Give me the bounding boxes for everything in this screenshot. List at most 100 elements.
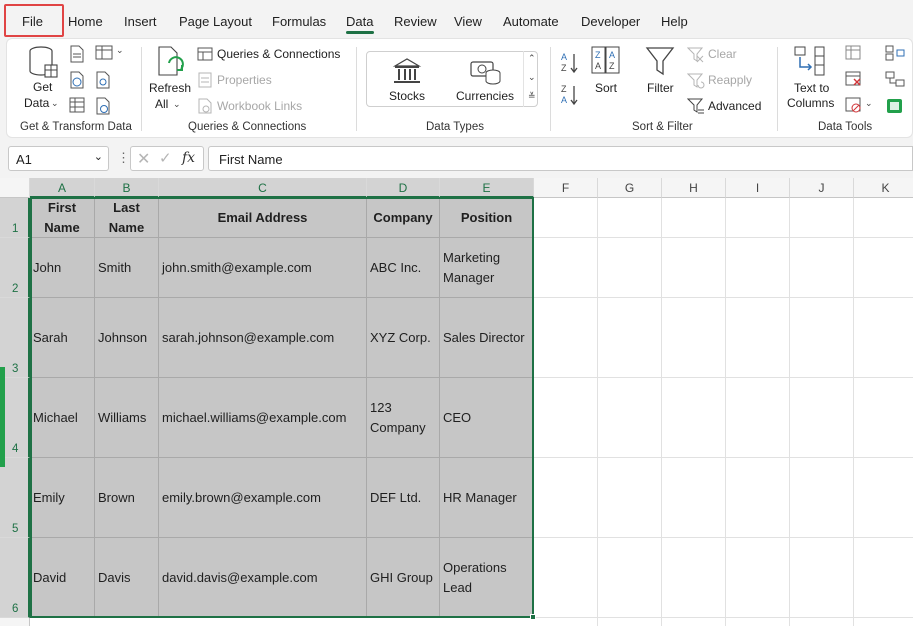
sort-z-to-a-icon[interactable]: Z A <box>560 83 580 107</box>
svg-text:A: A <box>561 95 567 105</box>
flash-fill-icon[interactable] <box>845 45 863 61</box>
cell-d6[interactable]: GHI Group <box>367 538 440 618</box>
gallery-more-icon[interactable]: ≚ <box>528 91 536 102</box>
cell-e5[interactable]: HR Manager <box>440 458 534 538</box>
tab-page-layout[interactable]: Page Layout <box>179 14 252 29</box>
remove-duplicates-icon[interactable] <box>845 71 863 87</box>
tab-automate[interactable]: Automate <box>503 14 559 29</box>
cell-c5[interactable]: emily.brown@example.com <box>159 458 367 538</box>
cancel-icon[interactable]: ✕ <box>137 149 150 169</box>
filter-icon <box>645 47 675 76</box>
cell-d5[interactable]: DEF Ltd. <box>367 458 440 538</box>
column-header-b[interactable]: B <box>95 178 159 198</box>
column-header-i[interactable]: I <box>726 178 790 198</box>
row-header-7[interactable] <box>0 618 30 626</box>
column-header-a[interactable]: A <box>30 178 95 198</box>
cell-b6[interactable]: Davis <box>95 538 159 618</box>
tab-view[interactable]: View <box>454 14 482 29</box>
cell-e1[interactable]: Position <box>440 198 534 238</box>
side-panel-tab[interactable] <box>0 367 5 467</box>
cell-a6[interactable]: David <box>30 538 95 618</box>
cell-a5[interactable]: Emily <box>30 458 95 538</box>
chevron-up-icon[interactable]: ⌃ <box>528 53 536 64</box>
from-text-icon[interactable] <box>69 45 85 63</box>
chevron-down-icon[interactable]: ⌄ <box>94 150 103 163</box>
fill-handle[interactable] <box>530 614 536 620</box>
from-table-icon[interactable] <box>69 97 85 113</box>
cell-c3[interactable]: sarah.johnson@example.com <box>159 298 367 378</box>
currencies-label: Currencies <box>456 89 515 103</box>
cell-b3[interactable]: Johnson <box>95 298 159 378</box>
cell-a1[interactable]: First Name <box>30 198 95 238</box>
column-header-f[interactable]: F <box>534 178 598 198</box>
queries-connections-button[interactable]: Queries & Connections <box>217 47 340 61</box>
cell-e2[interactable]: Marketing Manager <box>440 238 534 298</box>
cell-b4[interactable]: Williams <box>95 378 159 458</box>
cell-e6[interactable]: Operations Lead <box>440 538 534 618</box>
worksheet-grid[interactable]: A B C D E F G H I J K 1 2 3 4 5 6 First N… <box>0 178 913 626</box>
cell-d4[interactable]: 123 Company <box>367 378 440 458</box>
data-validation-icon[interactable] <box>845 97 863 113</box>
name-box[interactable]: A1 ⌄ <box>8 146 109 171</box>
cell-d2[interactable]: ABC Inc. <box>367 238 440 298</box>
more-options-icon[interactable]: ⋮ <box>117 150 130 166</box>
tab-review[interactable]: Review <box>394 14 437 29</box>
properties-button[interactable]: Properties <box>217 73 272 87</box>
relationships-icon[interactable] <box>885 71 905 87</box>
cell-a3[interactable]: Sarah <box>30 298 95 378</box>
column-header-h[interactable]: H <box>662 178 726 198</box>
column-header-j[interactable]: J <box>790 178 854 198</box>
existing-connections-icon[interactable] <box>95 71 111 89</box>
row-header-1[interactable]: 1 <box>0 198 30 238</box>
from-web-icon[interactable] <box>69 71 85 89</box>
column-header-e[interactable]: E <box>440 178 534 198</box>
cell-e4[interactable]: CEO <box>440 378 534 458</box>
tab-formulas[interactable]: Formulas <box>272 14 326 29</box>
cell-b5[interactable]: Brown <box>95 458 159 538</box>
tab-file[interactable]: File <box>22 14 43 29</box>
cell-a2[interactable]: John <box>30 238 95 298</box>
row-header-2[interactable]: 2 <box>0 238 30 298</box>
consolidate-icon[interactable] <box>885 45 905 61</box>
cell-text: Michael <box>33 409 78 425</box>
enter-icon[interactable]: ✓ <box>159 149 172 167</box>
column-header-k[interactable]: K <box>854 178 913 198</box>
cell-c2[interactable]: john.smith@example.com <box>159 238 367 298</box>
column-header-g[interactable]: G <box>598 178 662 198</box>
cell-d3[interactable]: XYZ Corp. <box>367 298 440 378</box>
column-header-d[interactable]: D <box>367 178 440 198</box>
manage-data-model-icon[interactable] <box>885 97 905 115</box>
row-header-6[interactable]: 6 <box>0 538 30 618</box>
cell-c6[interactable]: david.davis@example.com <box>159 538 367 618</box>
tab-data[interactable]: Data <box>346 14 373 29</box>
cell-c4[interactable]: michael.williams@example.com <box>159 378 367 458</box>
insert-function-icon[interactable]: fx <box>182 150 195 166</box>
cell-e3[interactable]: Sales Director <box>440 298 534 378</box>
cell-d1[interactable]: Company <box>367 198 440 238</box>
formula-input[interactable]: First Name <box>208 146 913 171</box>
svg-text:Z: Z <box>561 63 567 73</box>
select-all-corner[interactable] <box>0 178 30 198</box>
reapply-button[interactable]: Reapply <box>708 73 752 87</box>
sort-a-to-z-icon[interactable]: A Z <box>560 51 580 75</box>
tab-help[interactable]: Help <box>661 14 688 29</box>
advanced-button[interactable]: Advanced <box>708 99 761 113</box>
svg-text:Z: Z <box>595 50 601 60</box>
row-header-3[interactable]: 3 <box>0 298 30 378</box>
workbook-links-button[interactable]: Workbook Links <box>217 99 302 113</box>
recent-document-icon[interactable] <box>95 97 111 115</box>
tab-developer[interactable]: Developer <box>581 14 640 29</box>
cell-b1[interactable]: Last Name <box>95 198 159 238</box>
chevron-down-icon[interactable]: ⌄ <box>528 72 536 83</box>
row-header-5[interactable]: 5 <box>0 458 30 538</box>
tab-insert[interactable]: Insert <box>124 14 157 29</box>
recent-sources-icon[interactable] <box>95 45 115 61</box>
tab-home[interactable]: Home <box>68 14 103 29</box>
clear-button[interactable]: Clear <box>708 47 737 61</box>
cell-b2[interactable]: Smith <box>95 238 159 298</box>
advanced-filter-icon <box>687 98 704 114</box>
cell-c1[interactable]: Email Address <box>159 198 367 238</box>
group-label-queries: Queries & Connections <box>188 121 307 133</box>
cell-a4[interactable]: Michael <box>30 378 95 458</box>
column-header-c[interactable]: C <box>159 178 367 198</box>
